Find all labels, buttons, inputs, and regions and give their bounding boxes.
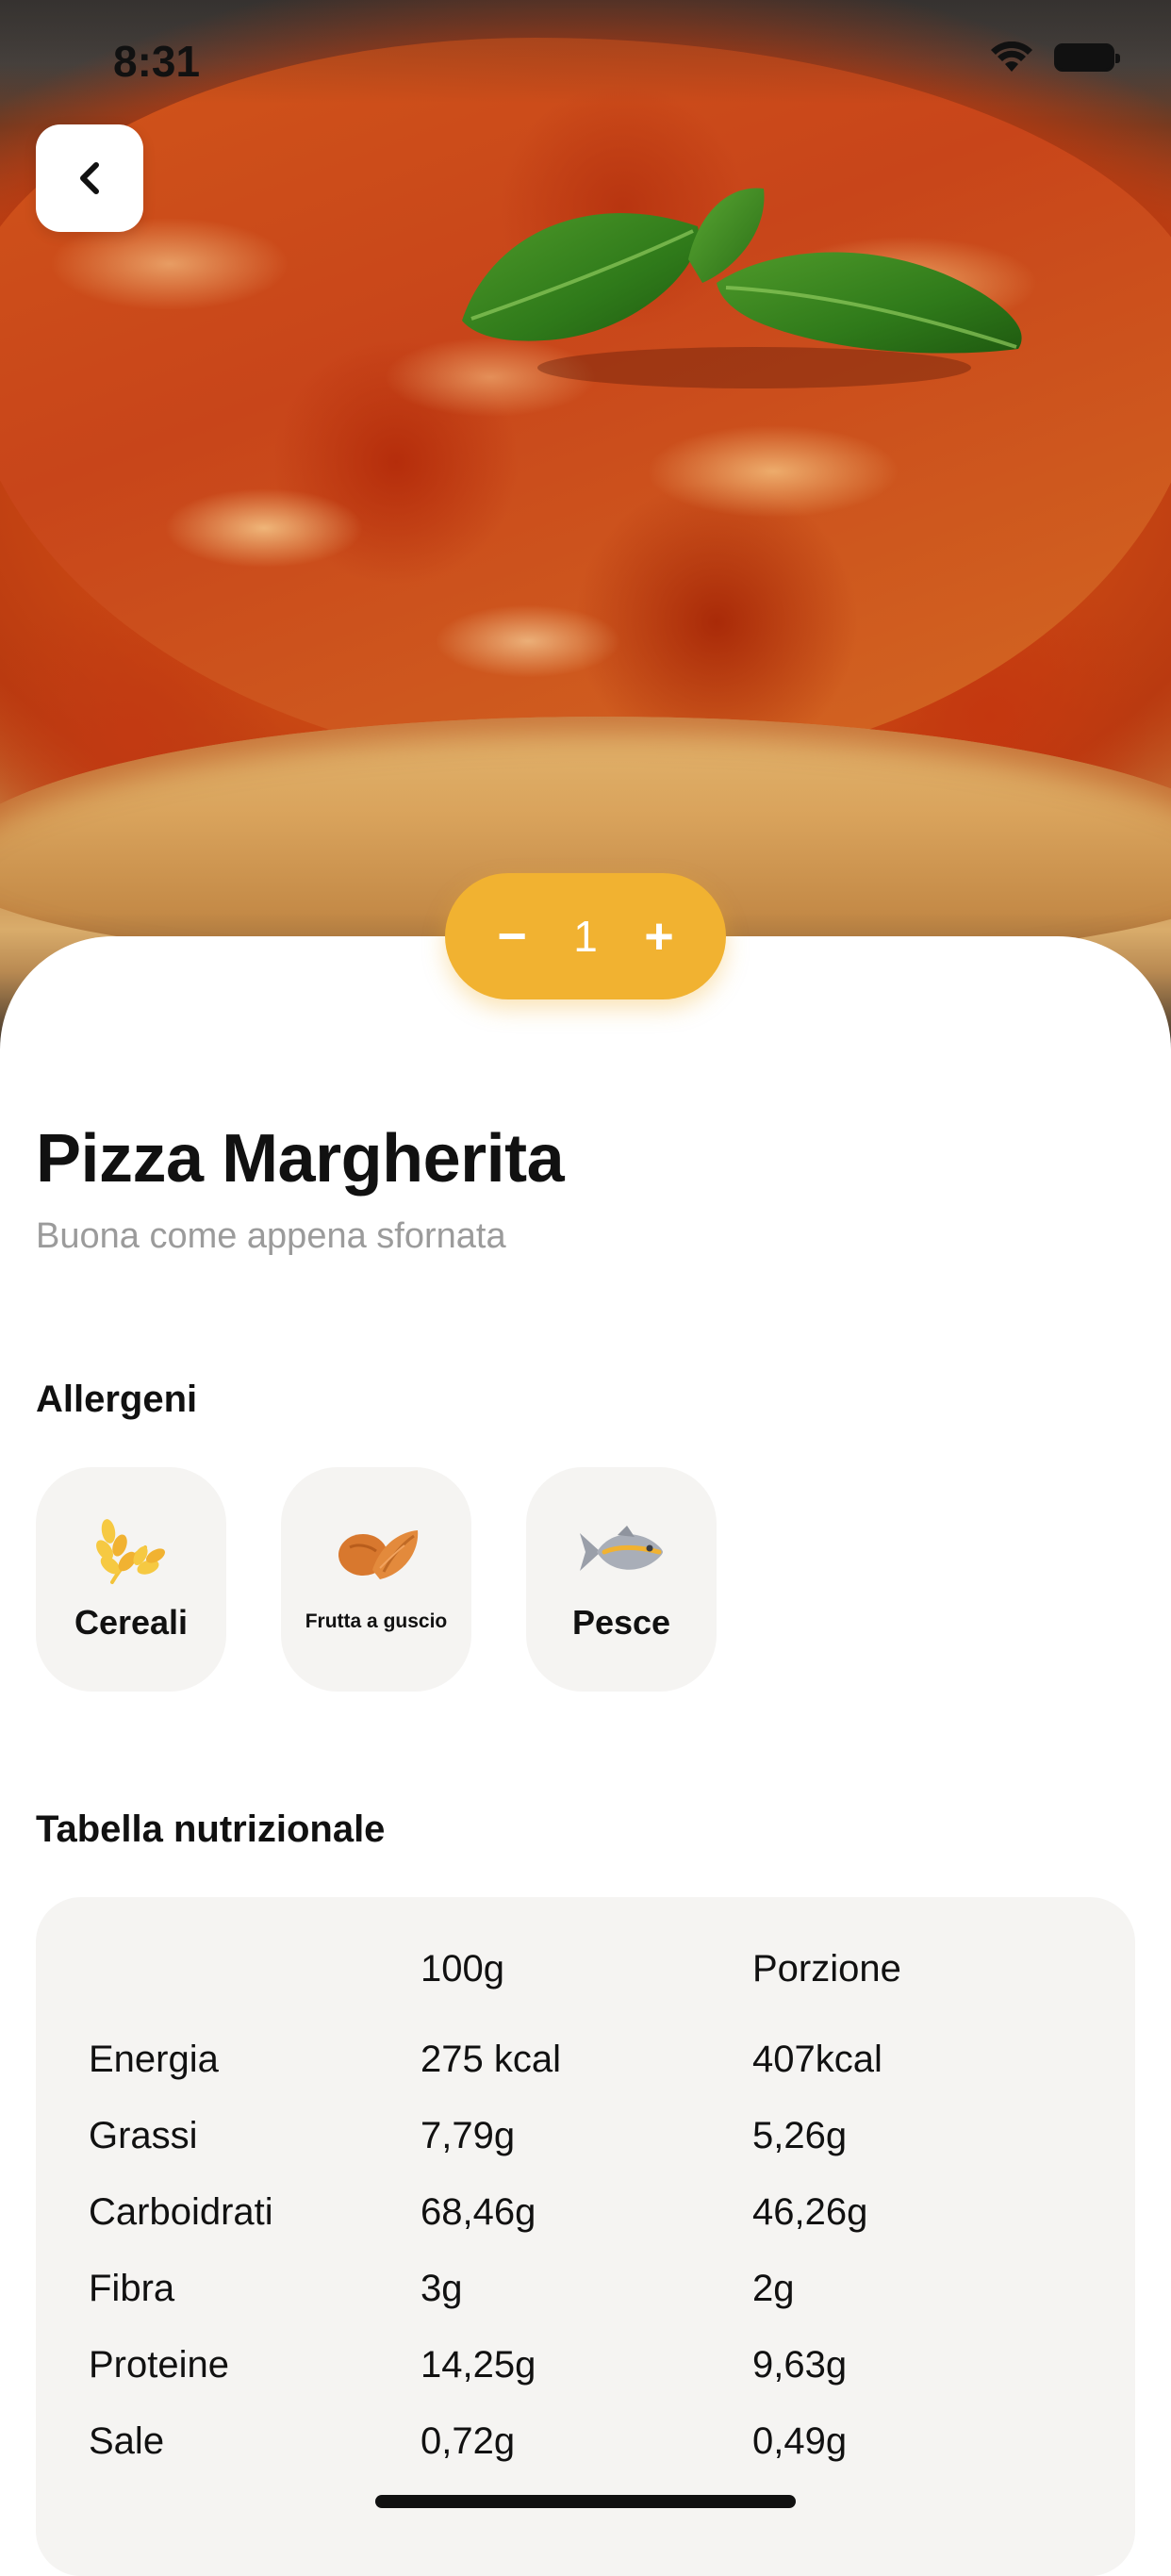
- nutrition-heading: Tabella nutrizionale: [36, 1808, 386, 1850]
- decrease-button[interactable]: −: [488, 911, 536, 962]
- value-100g: 7,79g: [421, 2115, 516, 2156]
- column-header: 100g: [421, 1948, 504, 1990]
- nutrient-name: Energia: [89, 2039, 219, 2080]
- nutrition-table: 100g Porzione Energia 275 kcal 407kcal G…: [36, 1897, 1135, 2576]
- allergen-card-cereali: Cereali: [36, 1467, 226, 1692]
- status-time: 8:31: [113, 37, 201, 86]
- chevron-left-icon: [80, 162, 99, 194]
- nutrient-name: Sale: [89, 2420, 165, 2462]
- wheat-icon: [96, 1519, 165, 1584]
- battery-icon: [1054, 43, 1120, 72]
- back-button[interactable]: [36, 124, 143, 232]
- value-portion: 9,63g: [752, 2344, 848, 2386]
- allergens-heading: Allergeni: [36, 1379, 198, 1420]
- value-portion: 407kcal: [752, 2039, 882, 2080]
- allergen-card-frutta-a-guscio: Frutta a guscio: [281, 1467, 471, 1692]
- nutrient-name: Fibra: [89, 2268, 175, 2309]
- allergen-list: Cereali Frutta a guscio Pesce: [36, 1467, 717, 1692]
- allergen-card-pesce: Pesce: [526, 1467, 717, 1692]
- increase-button[interactable]: +: [635, 911, 683, 962]
- value-portion: 0,49g: [752, 2420, 848, 2462]
- value-100g: 3g: [421, 2268, 463, 2309]
- value-100g: 0,72g: [421, 2420, 516, 2462]
- basil-leaves: [462, 188, 1022, 388]
- product-title: Pizza Margherita: [36, 1121, 565, 1197]
- value-100g: 14,25g: [421, 2344, 536, 2386]
- value-portion: 5,26g: [752, 2115, 848, 2156]
- column-header: Porzione: [752, 1948, 901, 1990]
- pizza-topping: [0, 38, 1171, 773]
- allergen-label: Frutta a guscio: [305, 1610, 448, 1632]
- nutrient-name: Proteine: [89, 2344, 229, 2386]
- nutrient-name: Carboidrati: [89, 2191, 273, 2233]
- value-portion: 2g: [752, 2268, 795, 2309]
- value-portion: 46,26g: [752, 2191, 868, 2233]
- nutrient-name: Grassi: [89, 2115, 198, 2156]
- value-100g: 275 kcal: [421, 2039, 561, 2080]
- quantity-value: 1: [573, 912, 598, 961]
- value-100g: 68,46g: [421, 2191, 536, 2233]
- product-subtitle: Buona come appena sfornata: [36, 1216, 506, 1256]
- almond-icon: [338, 1530, 419, 1579]
- allergen-label: Pesce: [571, 1603, 671, 1642]
- quantity-stepper: − 1 +: [445, 873, 726, 999]
- home-indicator[interactable]: [375, 2495, 796, 2508]
- allergen-label: Cereali: [74, 1603, 189, 1642]
- status-icons: [990, 41, 1120, 74]
- wifi-icon: [991, 41, 1032, 72]
- fish-icon: [580, 1526, 663, 1571]
